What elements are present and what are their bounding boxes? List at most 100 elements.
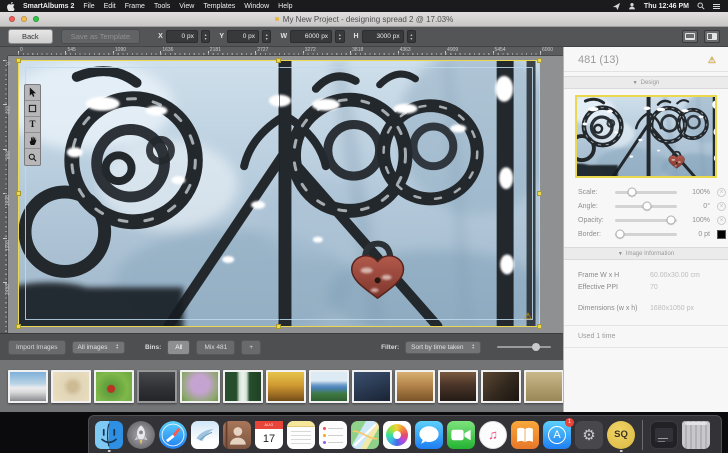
field-input-y[interactable]: 0 px [227,30,259,43]
menu-bar-clock[interactable]: Thu 12:46 PM [644,3,689,10]
dock-reminders-icon[interactable] [319,421,347,449]
filmstrip-thumb-night-scene[interactable] [481,370,521,403]
filmstrip-thumb-kite-field[interactable] [309,370,349,403]
add-bin-button[interactable]: + [241,340,261,355]
menu-item-frame[interactable]: Frame [125,3,145,10]
resize-handle[interactable] [537,191,542,196]
filmstrip-thumb-lace-ornament[interactable] [51,370,91,403]
dock-photos-icon[interactable] [383,421,411,449]
resize-handle[interactable] [276,324,281,329]
bin-all-button[interactable]: All [167,340,190,355]
angle-slider-knob[interactable] [643,202,652,211]
filmstrip-thumb-gate-used[interactable] [137,370,177,403]
filmstrip-thumb-sand-partial[interactable] [524,370,563,403]
filmstrip-thumb-lilac-flowers[interactable] [180,370,220,403]
import-images-button[interactable]: Import Images [8,340,66,355]
dock-safari-icon[interactable] [159,421,187,449]
menubar-extra-plane-icon[interactable] [612,2,621,11]
menu-item-help[interactable]: Help [278,3,292,10]
dock-messages-icon[interactable] [415,421,443,449]
filmstrip-thumb-fantasy-scene[interactable] [352,370,392,403]
dock-calendar-icon[interactable]: AUG 17 [255,421,283,449]
filmstrip-thumb-autumn-trees[interactable] [266,370,306,403]
filmstrip-thumb-car[interactable] [8,370,48,403]
border-color-swatch[interactable] [717,230,726,239]
opacity-slider-knob[interactable] [666,216,675,225]
resize-handle[interactable] [16,191,21,196]
field-stepper[interactable]: ▲▼ [335,30,344,43]
field-stepper[interactable]: ▲▼ [262,30,271,43]
notification-center-icon[interactable] [712,2,721,11]
thumbnail-size-slider-knob[interactable] [532,343,540,351]
menu-item-templates[interactable]: Templates [203,3,235,10]
resize-handle[interactable] [537,324,542,329]
slider-reset-button[interactable]: × [717,188,726,197]
field-input-x[interactable]: 0 px [166,30,198,43]
filmstrip-thumb-canyon[interactable] [395,370,435,403]
filmstrip-thumb-red-flower[interactable] [94,370,134,403]
field-input-h[interactable]: 3000 px [362,30,404,43]
menu-item-window[interactable]: Window [244,3,269,10]
spread-image-frame[interactable]: ⚠ [18,60,540,327]
dock-finder-icon[interactable] [95,421,123,449]
save-as-template-button[interactable]: Save as Template [61,29,140,44]
field-stepper[interactable]: ▲▼ [201,30,210,43]
ruler-tick: 1090 [113,51,114,55]
zoom-tool-button[interactable] [25,149,40,165]
dock-trash-icon[interactable] [682,421,710,449]
select-tool-button[interactable] [25,85,40,101]
dock-contacts-icon[interactable] [223,421,251,449]
menubar-extra-user-icon[interactable] [628,2,637,11]
image-information-section-header[interactable]: ▼ Image Information [564,247,728,260]
image-warning-icon[interactable]: ⚠ [708,55,716,66]
back-button[interactable]: Back [8,29,53,44]
window-title-bar[interactable]: My New Project - designing spread 2 @ 17… [0,12,728,27]
dock-itunes-icon[interactable]: ♫ [479,421,507,449]
resize-handle[interactable] [16,324,21,329]
dock-maps-icon[interactable] [351,421,379,449]
border-slider[interactable] [615,233,677,236]
dock-documents-folder-icon[interactable] [650,421,678,449]
menu-item-smartalbums-2[interactable]: SmartAlbums 2 [23,3,74,10]
dock-ibooks-icon[interactable] [511,421,539,449]
opacity-slider[interactable] [615,219,677,222]
dock-facetime-icon[interactable] [447,421,475,449]
selected-image-preview[interactable] [575,95,717,178]
toggle-inspector-panel-button[interactable] [704,30,720,43]
dock-smartalbums-icon[interactable]: SQ [607,421,635,449]
thumbnail-size-slider[interactable] [497,346,551,348]
design-section-header[interactable]: ▼ Design [564,76,728,89]
scale-slider-knob[interactable] [628,188,637,197]
filmstrip-thumb-dark-sunset[interactable] [438,370,478,403]
slider-reset-button[interactable]: × [717,202,726,211]
low-resolution-warning-icon[interactable]: ⚠ [524,311,532,322]
scale-slider[interactable] [615,191,677,194]
resize-handle[interactable] [537,58,542,63]
text-tool-button[interactable]: T [25,117,40,133]
apple-menu-icon[interactable] [7,2,15,11]
menu-item-edit[interactable]: Edit [104,3,116,10]
slider-reset-button[interactable]: × [717,216,726,225]
menu-item-file[interactable]: File [83,3,94,10]
dock-system-preferences-icon[interactable]: ⚙ [575,421,603,449]
resize-handle[interactable] [16,58,21,63]
image-source-dropdown[interactable]: All images ▲▼ [72,341,125,354]
dock-launchpad-icon[interactable] [127,421,155,449]
resize-handle[interactable] [276,58,281,63]
toggle-filmstrip-panel-button[interactable] [682,30,698,43]
menu-item-tools[interactable]: Tools [154,3,170,10]
frame-tool-button[interactable] [25,101,40,117]
border-slider-knob[interactable] [615,230,624,239]
sort-dropdown[interactable]: Sort by time taken ▲▼ [405,341,481,354]
dock-notes-icon[interactable] [287,421,315,449]
bin-mix-481-button[interactable]: Mix 481 [196,340,235,355]
filmstrip-thumb-waterfall[interactable] [223,370,263,403]
angle-slider[interactable] [615,205,677,208]
hand-tool-button[interactable] [25,133,40,149]
menu-item-view[interactable]: View [179,3,194,10]
dock-app-store-icon[interactable]: A 1 [543,421,571,449]
field-stepper[interactable]: ▲▼ [407,30,416,43]
spotlight-search-icon[interactable] [696,2,705,11]
field-input-w[interactable]: 6000 px [290,30,332,43]
dock-mail-icon[interactable] [191,421,219,449]
